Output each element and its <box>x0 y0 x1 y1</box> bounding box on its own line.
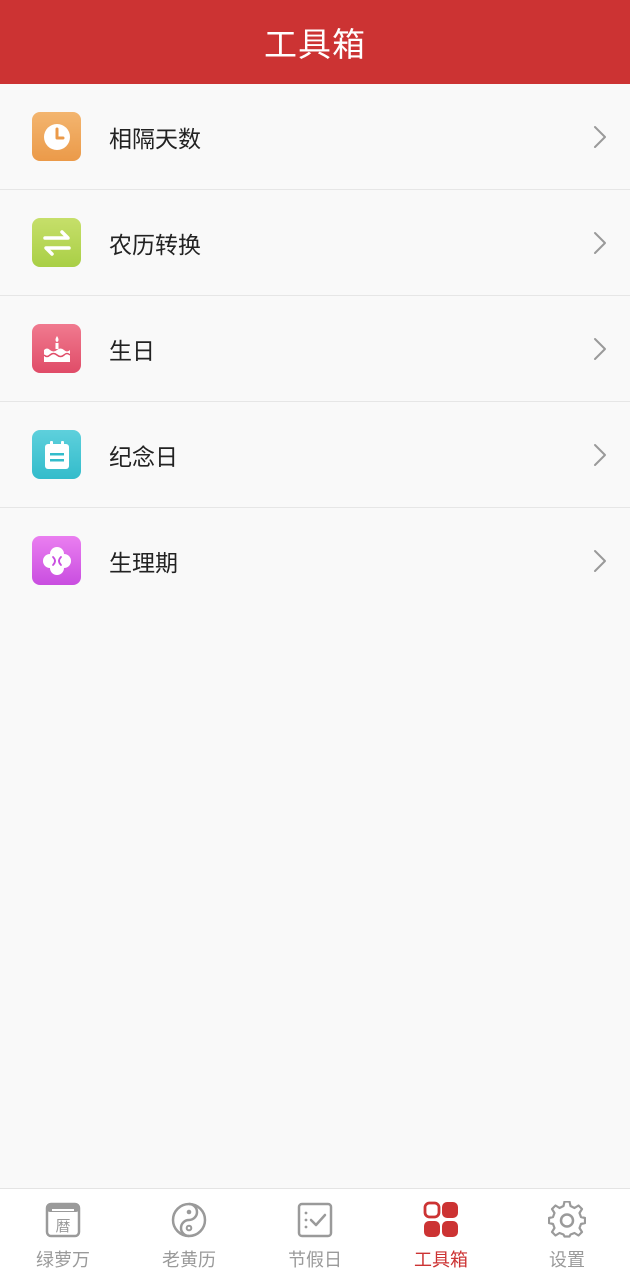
grid-icon <box>423 1201 458 1237</box>
checklist-icon <box>297 1202 333 1238</box>
tab-label: 老黄历 <box>162 1250 216 1271</box>
chevron-right-icon <box>594 444 606 466</box>
tab-calendar[interactable]: 暦 绿萝万 <box>0 1189 126 1280</box>
calendar-glyph: 暦 <box>55 1217 70 1235</box>
tab-label: 设置 <box>549 1250 585 1271</box>
tool-item-label: 农历转换 <box>109 233 201 259</box>
tool-item-lunar-convert[interactable]: 农历转换 <box>0 190 630 296</box>
calendar-icon: 暦 <box>45 1202 81 1238</box>
page-title: 工具箱 <box>264 25 366 64</box>
tool-list: 相隔天数 农历转换 生日 纪念日 生理期 <box>0 84 630 614</box>
notepad-icon <box>32 430 81 479</box>
tool-item-days-between[interactable]: 相隔天数 <box>0 84 630 190</box>
tab-holidays[interactable]: 节假日 <box>252 1189 378 1280</box>
chevron-right-icon <box>594 126 606 148</box>
tool-item-label: 生日 <box>109 339 155 365</box>
app-header: 工具箱 <box>0 0 630 84</box>
flower-icon <box>32 536 81 585</box>
tab-settings[interactable]: 设置 <box>504 1189 630 1280</box>
tool-item-label: 生理期 <box>109 551 178 577</box>
birthday-cake-icon <box>32 324 81 373</box>
tool-item-period[interactable]: 生理期 <box>0 508 630 614</box>
chevron-right-icon <box>594 232 606 254</box>
tool-item-birthday[interactable]: 生日 <box>0 296 630 402</box>
chevron-right-icon <box>594 550 606 572</box>
tab-label: 节假日 <box>288 1250 342 1271</box>
bottom-tab-bar: 暦 绿萝万 老黄历 节假日 工具箱 设置 <box>0 1188 630 1280</box>
tab-toolbox[interactable]: 工具箱 <box>378 1189 504 1280</box>
swap-arrows-icon <box>32 218 81 267</box>
tool-item-label: 纪念日 <box>109 445 178 471</box>
app-root: 工具箱 相隔天数 农历转换 生日 纪念日 生理期 暦 绿萝万 老黄历 节假日 工… <box>0 0 630 1280</box>
tab-almanac[interactable]: 老黄历 <box>126 1189 252 1280</box>
gear-icon <box>548 1201 586 1238</box>
tool-item-anniversary[interactable]: 纪念日 <box>0 402 630 508</box>
clock-icon <box>32 112 81 161</box>
tool-item-label: 相隔天数 <box>109 127 201 153</box>
tab-label: 绿萝万 <box>36 1250 90 1271</box>
tab-label: 工具箱 <box>414 1250 468 1271</box>
chevron-right-icon <box>594 338 606 360</box>
yin-yang-icon <box>171 1202 207 1238</box>
